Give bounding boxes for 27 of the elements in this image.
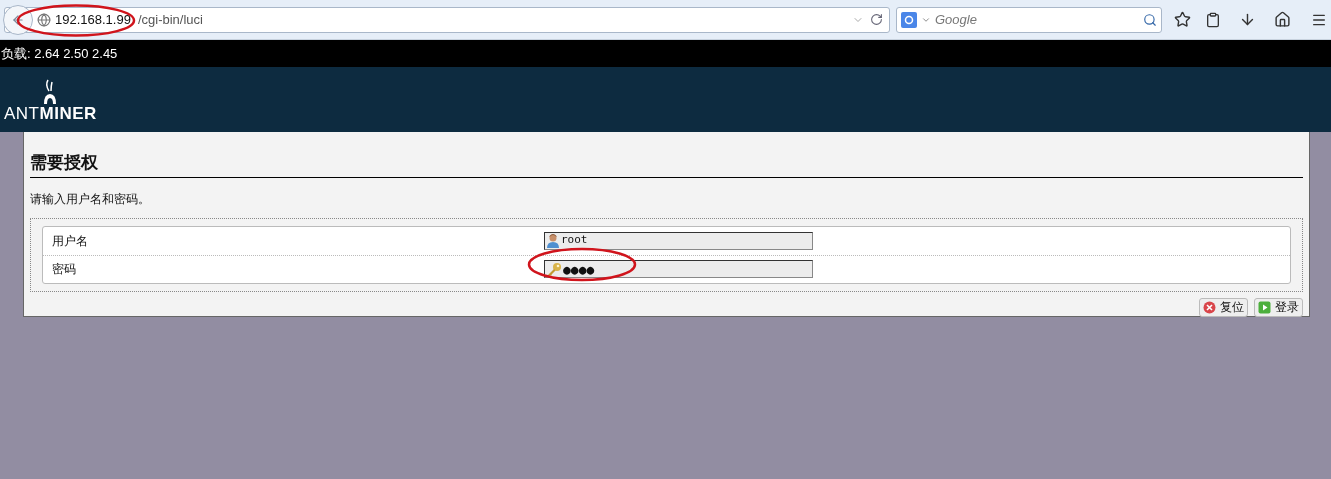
search-icon[interactable] — [1143, 12, 1157, 27]
logo-text: ANTMINER — [4, 105, 97, 122]
description: 请输入用户名和密码。 — [30, 190, 151, 208]
download-icon[interactable] — [1239, 11, 1256, 28]
clipboard-icon[interactable] — [1205, 11, 1221, 28]
back-button[interactable] — [3, 4, 33, 35]
field-value: ●●●● — [563, 262, 595, 276]
login-button[interactable]: 登录 — [1254, 297, 1303, 317]
close-icon — [1203, 300, 1216, 314]
globe-icon — [37, 12, 51, 27]
key-icon — [546, 261, 562, 277]
search-field[interactable]: Google — [935, 9, 1139, 30]
field-label: 用户名 — [51, 232, 89, 250]
load-average: 负载: 2.64 2.50 2.45 — [1, 44, 118, 63]
star-icon[interactable] — [1174, 11, 1191, 28]
search-box[interactable]: Google — [896, 6, 1162, 33]
user-icon — [546, 233, 560, 248]
back-icon — [11, 12, 25, 27]
home-icon[interactable] — [1274, 11, 1291, 28]
reset-button[interactable]: 复位 — [1199, 297, 1248, 317]
field-label: 密码 — [51, 261, 77, 278]
play-icon — [1258, 300, 1271, 314]
username-field[interactable]: root — [544, 231, 813, 250]
reload-icon[interactable] — [870, 13, 883, 26]
field-value: root — [561, 232, 588, 249]
password-field[interactable]: ●●●● — [544, 260, 813, 278]
page-title: 需要授权 — [30, 152, 99, 174]
